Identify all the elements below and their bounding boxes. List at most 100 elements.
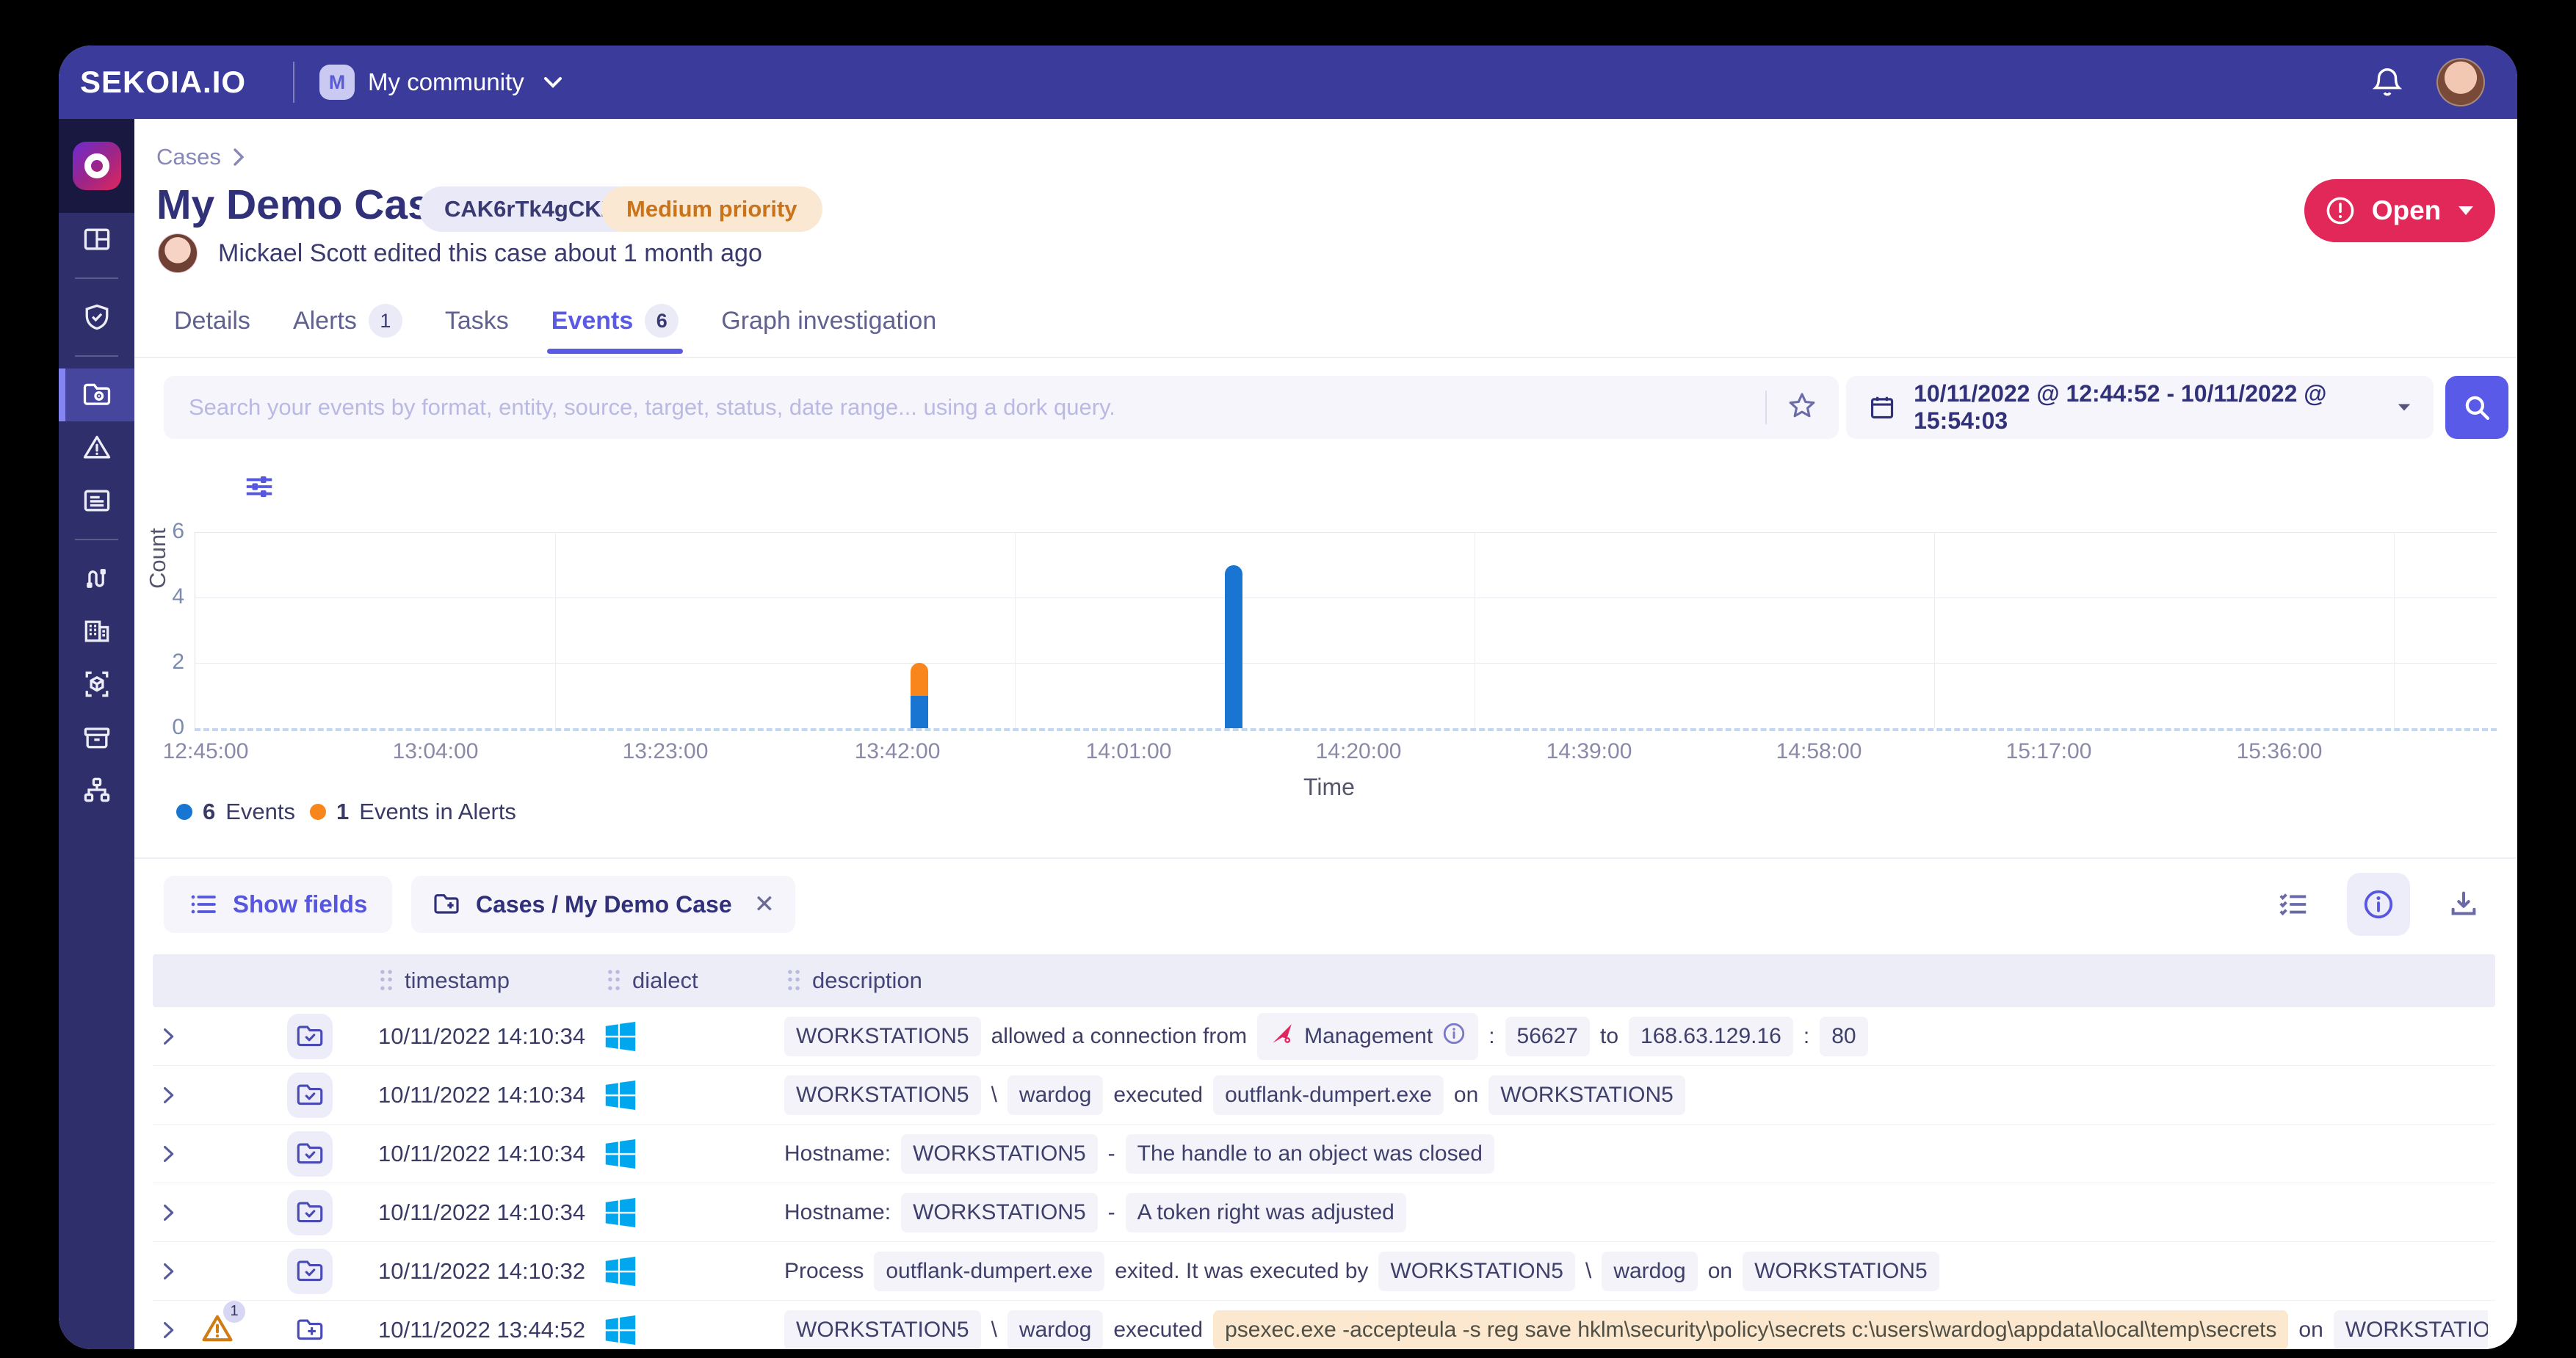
case-attached-icon[interactable] <box>286 1183 333 1242</box>
search-input[interactable]: Search your events by format, entity, so… <box>164 376 1839 439</box>
chart-filter-icon[interactable] <box>242 470 276 507</box>
value-chip[interactable]: WORKSTATION5 <box>784 1075 981 1115</box>
table-row[interactable]: 110/11/2022 13:44:52WORKSTATION5\wardoge… <box>153 1301 2495 1349</box>
value-chip[interactable]: 56627 <box>1505 1017 1590 1056</box>
sidebar-item-pipeline[interactable] <box>59 552 134 605</box>
value-chip[interactable]: outflank-dumpert.exe <box>1213 1075 1444 1115</box>
sidebar-item-document-lines[interactable] <box>59 474 134 527</box>
value-chip[interactable]: wardog <box>1602 1252 1697 1291</box>
description-cell: Processoutflank-dumpert.exeexited. It wa… <box>784 1242 2488 1301</box>
value-chip[interactable]: 168.63.129.16 <box>1629 1017 1793 1056</box>
add-to-case-icon[interactable] <box>286 1301 333 1349</box>
legend-item[interactable]: 6Events <box>176 799 295 825</box>
column-header-timestamp[interactable]: timestamp <box>378 954 510 1007</box>
value-chip[interactable]: WORKSTATION5 <box>901 1193 1098 1232</box>
sidebar-item-shield-check[interactable] <box>59 291 134 344</box>
community-avatar[interactable]: M <box>319 65 355 100</box>
community-selector[interactable]: My community <box>368 68 524 96</box>
vertical-gridline <box>1015 532 1016 728</box>
column-header-description[interactable]: description <box>786 954 922 1007</box>
value-chip[interactable]: WORKSTATION5 <box>784 1017 981 1056</box>
drag-handle-icon[interactable] <box>378 968 394 993</box>
sidebar-item-archive-box[interactable] <box>59 711 134 763</box>
tab-events[interactable]: Events6 <box>551 304 679 354</box>
x-tick-label: 15:17:00 <box>2006 739 2092 764</box>
tab-alerts[interactable]: Alerts1 <box>293 304 402 354</box>
user-avatar[interactable] <box>2436 58 2485 106</box>
table-row[interactable]: 10/11/2022 14:10:34Hostname:WORKSTATION5… <box>153 1183 2495 1242</box>
case-attached-icon[interactable] <box>286 1066 333 1125</box>
case-attached-icon[interactable] <box>286 1125 333 1183</box>
favorite-star-icon[interactable] <box>1786 390 1818 426</box>
expand-row-icon[interactable] <box>157 1301 187 1349</box>
value-chip[interactable]: WORKSTATION5 <box>2334 1310 2488 1349</box>
column-header-dialect[interactable]: dialect <box>606 954 698 1007</box>
row-alert-indicator[interactable]: 1 <box>198 1301 250 1349</box>
caret-down-icon <box>2457 205 2475 217</box>
date-range-value: 10/11/2022 @ 12:44:52 - 10/11/2022 @ 15:… <box>1914 380 2379 435</box>
entity-chip[interactable]: Management <box>1257 1013 1478 1060</box>
info-toggle-icon[interactable] <box>2347 873 2410 936</box>
value-chip[interactable]: WORKSTATION5 <box>1488 1075 1685 1115</box>
tab-tasks[interactable]: Tasks <box>445 307 509 352</box>
select-columns-icon[interactable] <box>2262 873 2325 936</box>
sidebar-logo-block[interactable] <box>59 119 134 213</box>
expand-row-icon[interactable] <box>157 1066 187 1125</box>
value-chip[interactable]: 80 <box>1820 1017 1867 1056</box>
search-button[interactable] <box>2445 376 2508 439</box>
chart-bar[interactable] <box>1225 532 1242 728</box>
value-chip[interactable]: wardog <box>1007 1310 1103 1349</box>
sidebar-item-alert-triangle[interactable] <box>59 421 134 474</box>
download-icon[interactable] <box>2432 873 2495 936</box>
caret-down-icon[interactable] <box>2397 402 2412 413</box>
case-attached-icon[interactable] <box>286 1242 333 1301</box>
table-row[interactable]: 10/11/2022 14:10:34WORKSTATION5allowed a… <box>153 1007 2495 1066</box>
table-row[interactable]: 10/11/2022 14:10:32Processoutflank-dumpe… <box>153 1242 2495 1301</box>
sidebar-item-case-folder[interactable] <box>59 368 134 421</box>
value-chip[interactable]: The handle to an object was closed <box>1126 1134 1494 1174</box>
bell-icon[interactable] <box>2370 65 2404 99</box>
sidebar-item-building[interactable] <box>59 605 134 658</box>
tab-graph-investigation[interactable]: Graph investigation <box>721 307 936 352</box>
breadcrumb-cases-link[interactable]: Cases <box>156 144 221 170</box>
value-chip[interactable]: WORKSTATION5 <box>1378 1252 1575 1291</box>
drag-handle-icon[interactable] <box>786 968 802 993</box>
drag-handle-icon[interactable] <box>606 968 622 993</box>
expand-row-icon[interactable] <box>157 1183 187 1242</box>
date-range-picker[interactable]: 10/11/2022 @ 12:44:52 - 10/11/2022 @ 15:… <box>1846 376 2434 439</box>
chart-bar[interactable] <box>911 532 928 728</box>
value-chip[interactable]: WORKSTATION5 <box>1743 1252 1939 1291</box>
legend-item[interactable]: 1Events in Alerts <box>310 799 516 825</box>
case-meta: Mickael Scott edited this case about 1 m… <box>158 233 762 273</box>
sidebar-item-panels[interactable] <box>59 213 134 266</box>
table-header: timestamp dialect description <box>153 954 2495 1007</box>
case-attached-icon[interactable] <box>286 1007 333 1066</box>
table-row[interactable]: 10/11/2022 14:10:34Hostname:WORKSTATION5… <box>153 1125 2495 1183</box>
tab-details[interactable]: Details <box>174 307 250 352</box>
table-row[interactable]: 10/11/2022 14:10:34WORKSTATION5\wardogex… <box>153 1066 2495 1125</box>
sidebar-item-hierarchy[interactable] <box>59 763 134 816</box>
tabs-divider <box>134 357 2517 358</box>
value-chip[interactable]: outflank-dumpert.exe <box>874 1252 1104 1291</box>
chevron-down-icon[interactable] <box>543 76 562 89</box>
expand-row-icon[interactable] <box>157 1242 187 1301</box>
description-text: executed <box>1113 1318 1203 1343</box>
info-icon[interactable] <box>1441 1021 1466 1052</box>
status-open-button[interactable]: Open <box>2304 179 2495 242</box>
search-row: Search your events by format, entity, so… <box>164 376 2495 439</box>
case-filter-label: Cases / My Demo Case <box>476 891 732 918</box>
events-chart[interactable] <box>195 532 2497 728</box>
expand-row-icon[interactable] <box>157 1007 187 1066</box>
value-chip[interactable]: WORKSTATION5 <box>901 1134 1098 1174</box>
remove-filter-icon[interactable]: ✕ <box>754 890 775 919</box>
sidebar-item-cube-scan[interactable] <box>59 658 134 711</box>
expand-row-icon[interactable] <box>157 1125 187 1183</box>
description-text: to <box>1600 1024 1618 1049</box>
value-chip[interactable]: WORKSTATION5 <box>784 1310 981 1349</box>
show-fields-button[interactable]: Show fields <box>164 876 392 933</box>
value-chip[interactable]: A token right was adjusted <box>1126 1193 1406 1232</box>
highlighted-value-chip[interactable]: psexec.exe -accepteula -s reg save hklm\… <box>1213 1310 2288 1349</box>
value-chip[interactable]: wardog <box>1007 1075 1103 1115</box>
description-text: \ <box>991 1318 997 1343</box>
tab-count-badge: 6 <box>645 304 679 338</box>
